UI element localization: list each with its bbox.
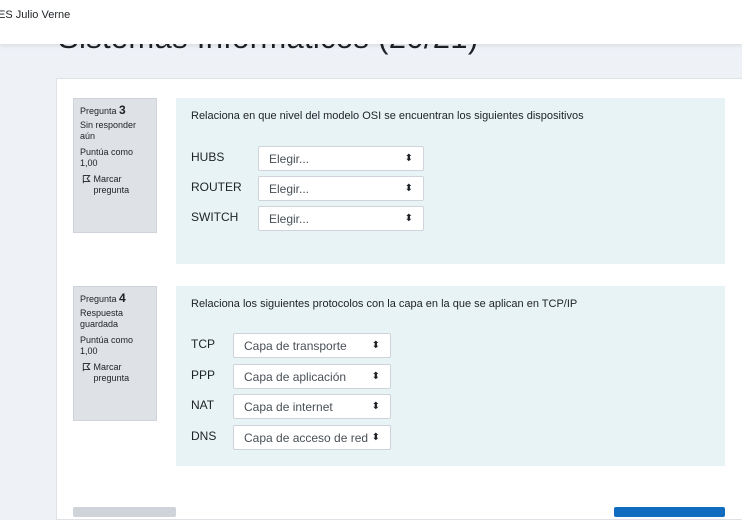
site-name-link[interactable]: IES Julio Verne — [0, 9, 70, 21]
sort-arrows-icon: ⬍ — [371, 401, 380, 412]
match-row: HUBS — [191, 150, 225, 164]
question-grade: Puntúa como 1,00 — [80, 335, 134, 356]
match-row: PPP — [191, 368, 216, 382]
question-state: Sin responder aún — [80, 120, 137, 141]
flag-icon — [82, 363, 91, 372]
match-select-ppp[interactable]: Capa de aplicación ⬍ — [233, 364, 391, 389]
question-number: Pregunta 3 — [80, 103, 126, 117]
sort-arrows-icon: ⬍ — [404, 153, 413, 164]
match-select-nat[interactable]: Capa de internet ⬍ — [233, 394, 391, 419]
match-select-tcp[interactable]: Capa de transporte ⬍ — [233, 333, 391, 358]
question-info-3: Pregunta 3 Sin responder aún Puntúa como… — [73, 98, 157, 233]
sort-arrows-icon: ⬍ — [371, 340, 380, 351]
flag-icon — [82, 175, 91, 184]
top-navbar: IES Julio Verne — [0, 0, 742, 44]
match-select-router[interactable]: Elegir... ⬍ — [258, 176, 424, 201]
match-select-switch[interactable]: Elegir... ⬍ — [258, 206, 424, 231]
question-info-4: Pregunta 4 Respuesta guardada Puntúa com… — [73, 286, 157, 421]
match-row: NAT — [191, 398, 215, 412]
match-row: SWITCH — [191, 210, 239, 224]
question-content-3: Relaciona en que nivel del modelo OSI se… — [176, 98, 725, 264]
question-content-4: Relaciona los siguientes protocolos con … — [176, 286, 725, 466]
question-text: Relaciona en que nivel del modelo OSI se… — [191, 110, 584, 122]
question-number: Pregunta 4 — [80, 291, 126, 305]
match-select-hubs[interactable]: Elegir... ⬍ — [258, 146, 424, 171]
previous-page-button[interactable] — [73, 507, 176, 517]
flag-question-link[interactable]: Marcar pregunta — [80, 174, 150, 196]
match-row: ROUTER — [191, 180, 242, 194]
sort-arrows-icon: ⬍ — [404, 213, 413, 224]
sort-arrows-icon: ⬍ — [404, 183, 413, 194]
question-state: Respuesta guardada — [80, 308, 124, 329]
question-grade: Puntúa como 1,00 — [80, 147, 134, 168]
flag-question-link[interactable]: Marcar pregunta — [80, 362, 150, 384]
match-select-dns[interactable]: Capa de acceso de red ⬍ — [233, 425, 391, 450]
sort-arrows-icon: ⬍ — [371, 432, 380, 443]
match-row: DNS — [191, 429, 217, 443]
next-page-button[interactable] — [614, 507, 725, 517]
sort-arrows-icon: ⬍ — [371, 371, 380, 382]
match-row: TCP — [191, 337, 215, 351]
question-text: Relaciona los siguientes protocolos con … — [191, 298, 578, 310]
